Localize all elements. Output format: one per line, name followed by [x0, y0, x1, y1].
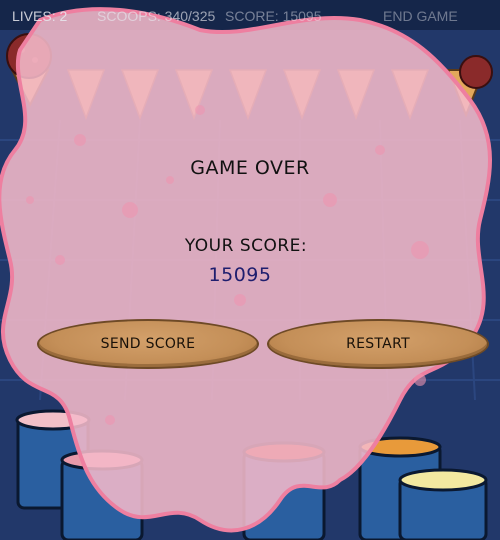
end-game-button[interactable]: END GAME: [383, 8, 458, 24]
send-score-button[interactable]: SEND SCORE: [37, 319, 259, 369]
scoops-counter: SCOOPS: 340/325: [97, 8, 216, 24]
lives-counter: LIVES: 2: [12, 8, 68, 24]
hud-bar: LIVES: 2 SCOOPS: 340/325 SCORE: 15095 EN…: [0, 8, 500, 28]
restart-label: RESTART: [346, 336, 410, 352]
score-counter: SCORE: 15095: [225, 8, 322, 24]
your-score-label: YOUR SCORE:: [184, 236, 308, 256]
final-score-value: 15095: [208, 264, 272, 286]
send-score-label: SEND SCORE: [100, 336, 196, 352]
game-stage: LIVES: 2 SCOOPS: 340/325 SCORE: 15095 EN…: [0, 0, 500, 540]
game-over-title: GAME OVER: [190, 157, 310, 179]
restart-button[interactable]: RESTART: [267, 319, 489, 369]
